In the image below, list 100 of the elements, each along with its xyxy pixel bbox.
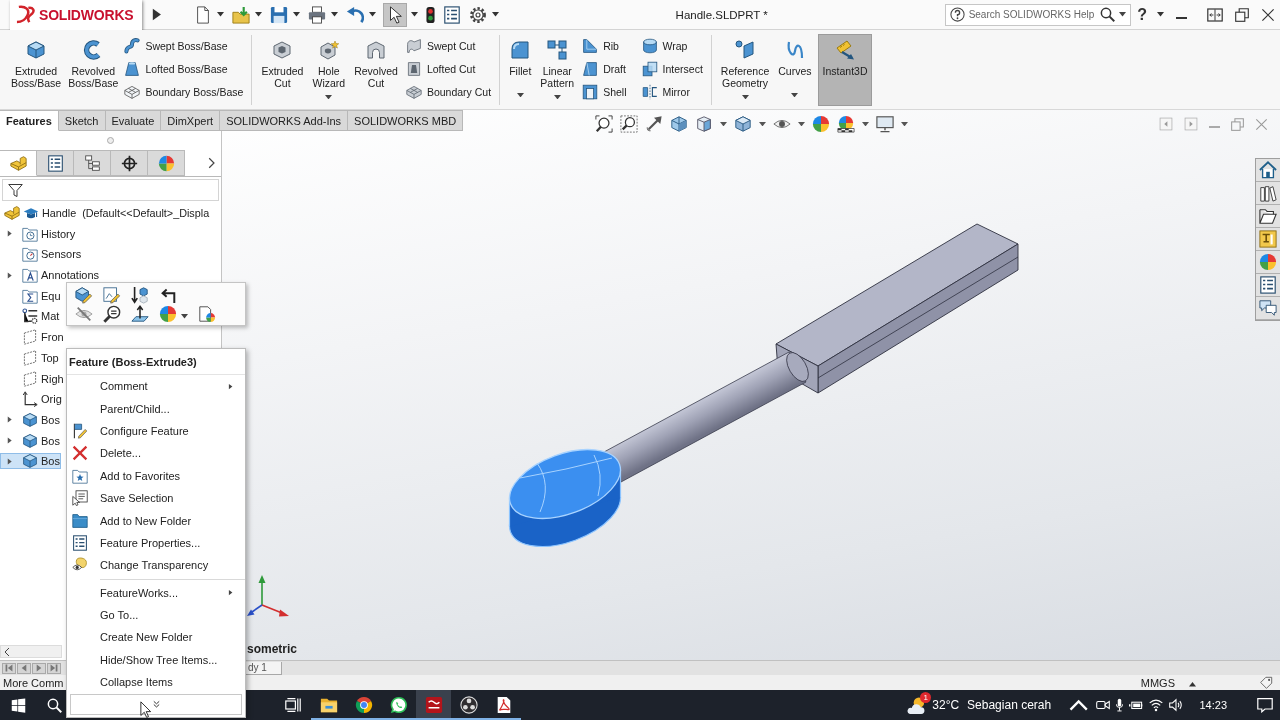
color-ball-icon[interactable] — [159, 304, 177, 323]
caret-icon[interactable] — [330, 12, 338, 17]
ribbon-button[interactable]: Hole Wizard — [309, 34, 349, 106]
ribbon-button[interactable]: Intersect — [639, 58, 705, 80]
caret-icon[interactable] — [491, 12, 499, 17]
tree-item[interactable]: Fron — [0, 329, 65, 346]
caret-icon[interactable] — [181, 314, 188, 319]
caret-icon[interactable] — [719, 121, 727, 127]
weather-text[interactable]: Sebagian cerah — [967, 698, 1052, 712]
diagonal-arrow-icon[interactable] — [644, 115, 663, 133]
ribbon-button[interactable]: Linear Pattern — [537, 34, 578, 106]
search-icon[interactable] — [46, 697, 62, 713]
ribbon-button[interactable]: Rib — [580, 35, 629, 57]
ribbon-button[interactable]: Shell — [580, 81, 629, 103]
filter-field[interactable] — [2, 179, 219, 201]
menu-item[interactable]: Create New Folder — [67, 626, 245, 649]
expander-icon[interactable] — [6, 457, 13, 465]
tree-item[interactable]: Handle (Default<<Default>_Displa — [0, 205, 211, 221]
restore-icon[interactable] — [1235, 7, 1249, 22]
ribbon-button[interactable]: Instant3D — [817, 34, 873, 106]
ribbon-button[interactable]: Swept Boss/Base — [122, 35, 246, 57]
ribbon-button[interactable]: Boundary Boss/Base — [122, 81, 246, 103]
ribbon-button[interactable]: Curves — [775, 34, 815, 106]
chevron-right-icon[interactable] — [207, 157, 215, 169]
eye-off-icon[interactable] — [75, 304, 93, 323]
tab-scroll-button[interactable] — [2, 662, 16, 674]
cursor-icon[interactable] — [383, 3, 406, 26]
ribbon-button[interactable]: Swept Cut — [403, 35, 494, 57]
caret-icon[interactable] — [900, 121, 908, 127]
caret-icon[interactable] — [1157, 12, 1164, 17]
ribbon-button[interactable]: Extruded Cut — [258, 34, 307, 106]
task-pane-tab[interactable] — [1256, 159, 1280, 182]
tab[interactable]: Sketch — [58, 110, 106, 131]
search-field[interactable]: Search SOLIDWORKS Help — [944, 3, 1132, 26]
settings-icon[interactable] — [468, 5, 487, 24]
tab-scroll-button[interactable] — [47, 662, 61, 674]
tag-icon[interactable] — [1260, 676, 1273, 689]
menu-item[interactable]: Delete... — [67, 442, 245, 465]
section-cube-icon[interactable] — [669, 115, 688, 133]
menu-item[interactable]: Save Selection — [67, 486, 245, 510]
task-pane-tab[interactable] — [1256, 182, 1280, 205]
down-arrow-block-icon[interactable] — [131, 285, 149, 304]
color-ball-icon[interactable] — [811, 115, 830, 133]
horizontal-scrollbar[interactable] — [0, 645, 62, 658]
ribbon-button[interactable]: Lofted Boss/Base — [122, 58, 246, 80]
close-icon[interactable] — [1261, 7, 1275, 22]
menu-item[interactable]: FeatureWorks... — [67, 581, 245, 604]
tile-right-icon[interactable] — [1184, 117, 1198, 131]
caret-icon[interactable] — [216, 12, 224, 17]
tree-item[interactable]: Top — [0, 349, 60, 366]
tree-item[interactable]: Sensors — [0, 246, 83, 263]
zoom-fit-icon[interactable] — [594, 115, 613, 133]
fit-window-icon[interactable] — [1207, 6, 1223, 23]
expander-icon[interactable] — [6, 271, 13, 279]
tree-item[interactable]: Mat — [0, 308, 61, 325]
menu-item[interactable]: Configure Feature — [67, 419, 245, 443]
help-button[interactable]: ? — [1133, 5, 1151, 24]
tab[interactable]: Evaluate — [105, 110, 162, 131]
ribbon-button[interactable]: Mirror — [639, 81, 705, 103]
tree-item[interactable]: Bos — [0, 453, 61, 470]
caret-up-icon[interactable] — [1189, 682, 1196, 687]
magnifier-icon[interactable] — [103, 304, 121, 323]
menu-item[interactable]: Change Transparency — [67, 554, 245, 577]
panel-tab[interactable] — [37, 150, 74, 176]
tree-item[interactable]: Equ — [0, 287, 62, 304]
menu-item[interactable]: Feature Properties... — [67, 531, 245, 555]
tab[interactable]: dy 1 — [244, 661, 282, 675]
ribbon-button[interactable]: Boundary Cut — [403, 81, 494, 103]
menu-item[interactable]: Comment — [67, 375, 245, 398]
ribbon-button[interactable]: Revolved Boss/Base — [65, 34, 122, 106]
tree-item[interactable]: History — [0, 225, 77, 242]
expander-icon[interactable] — [6, 230, 13, 238]
chevron-left-icon[interactable] — [4, 646, 10, 657]
ball-checker-icon[interactable] — [836, 115, 855, 133]
page-ball-icon[interactable] — [198, 304, 216, 323]
caret-icon[interactable] — [292, 12, 300, 17]
tab[interactable]: SOLIDWORKS Add-Ins — [220, 110, 349, 131]
menu-item[interactable]: Add to New Folder — [67, 509, 245, 532]
microphone-icon[interactable] — [1116, 698, 1124, 712]
caret-icon[interactable] — [797, 121, 805, 127]
notification-icon[interactable] — [1257, 697, 1273, 713]
ribbon-button[interactable]: Fillet — [506, 34, 535, 106]
tree-item[interactable]: Annotations — [0, 267, 101, 284]
ribbon-button[interactable]: Draft — [580, 58, 629, 80]
tab-scroll-button[interactable] — [32, 662, 46, 674]
menu-item[interactable]: Parent/Child... — [67, 397, 245, 420]
ribbon-button[interactable]: Reference Geometry — [717, 34, 773, 106]
menu-item[interactable]: Collapse Items — [67, 671, 245, 694]
arrow-up-plane-icon[interactable] — [131, 304, 149, 323]
search-icon[interactable] — [1100, 7, 1116, 22]
tile-left-icon[interactable] — [1159, 117, 1173, 131]
view-cube-icon[interactable] — [694, 115, 713, 133]
menu-item[interactable]: Add to Favorites — [67, 464, 245, 487]
temperature-text[interactable]: 32°C — [932, 698, 960, 712]
task-pane-tab[interactable] — [1256, 274, 1280, 297]
caret-icon[interactable] — [410, 12, 418, 17]
tree-item[interactable]: Bos — [0, 411, 61, 428]
sketch-pencil-icon[interactable] — [103, 285, 121, 304]
sun-cloud-icon[interactable] — [907, 695, 927, 715]
undo-icon[interactable] — [345, 5, 364, 24]
